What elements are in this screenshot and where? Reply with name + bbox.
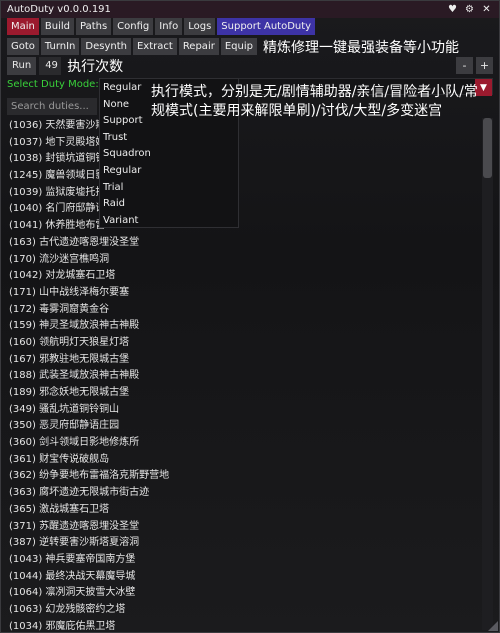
duty-list-item[interactable]: (1037) 地下灵殿塔姆 — [7, 135, 477, 152]
duty-list-item[interactable]: (360) 剑斗领域日影地修炼所 — [7, 435, 477, 452]
button-annotation: 精炼修理一键最强装备等小功能 — [262, 39, 459, 56]
resize-handle[interactable] — [488, 621, 498, 631]
duty-list-item[interactable]: (387) 逆转要害沙斯塔夏溶洞 — [7, 535, 477, 552]
action-button-row: Goto TurnIn Desynth Extract Repair Equip… — [7, 38, 459, 56]
duty-list-item[interactable]: (172) 毒雾洞窟黄金谷 — [7, 302, 477, 319]
heart-icon[interactable]: ♥ — [446, 3, 459, 16]
tab-support-autoduty[interactable]: Support AutoDuty — [217, 18, 316, 35]
gear-icon[interactable]: ⚙ — [463, 3, 476, 16]
tab-main[interactable]: Main — [7, 18, 39, 35]
autoduty-window: AutoDuty v0.0.0.191 ♥ ⚙ ✕ Main Build Pat… — [0, 0, 500, 633]
duty-list-item[interactable]: (1034) 邪魔庇佑黑卫塔 — [7, 619, 477, 633]
desynth-button[interactable]: Desynth — [81, 38, 131, 55]
duty-list-item[interactable]: (1064) 凛冽洞天披雪大冰壁 — [7, 585, 477, 602]
duty-list-item[interactable]: (363) 腐坏遗迹无限城市街古迹 — [7, 485, 477, 502]
duty-list-item[interactable]: (362) 纷争要地布雷福洛克斯野营地 — [7, 468, 477, 485]
window-title: AutoDuty v0.0.0.191 — [7, 4, 111, 15]
duty-list-item[interactable]: (160) 领航明灯天狼星灯塔 — [7, 335, 477, 352]
duty-list-item[interactable]: (1041) 休养胜地布雷 — [7, 218, 477, 235]
duty-list-item[interactable]: (350) 恶灵府邸静语庄园 — [7, 418, 477, 435]
dropdown-option-trial[interactable]: Trial — [100, 180, 238, 197]
duty-list-item[interactable]: (1042) 对龙城塞石卫塔 — [7, 268, 477, 285]
tab-build[interactable]: Build — [40, 18, 74, 35]
tab-paths[interactable]: Paths — [75, 18, 112, 35]
list-scrollbar[interactable] — [482, 118, 493, 630]
tab-bar: Main Build Paths Config Info Logs Suppor… — [7, 18, 316, 35]
duty-list-item[interactable]: (1044) 最终决战天幕魔导城 — [7, 569, 477, 586]
duty-list-item[interactable]: (163) 古代遗迹喀恩埋没圣堂 — [7, 235, 477, 252]
duty-list-item[interactable]: (1039) 监狱废墟托托 — [7, 185, 477, 202]
run-count-input[interactable]: 49 — [39, 57, 62, 75]
search-input[interactable] — [7, 98, 97, 115]
duty-list-item[interactable]: (170) 流沙迷宫樵鸣洞 — [7, 252, 477, 269]
duty-list-item[interactable]: (1040) 名门府邸静语 — [7, 201, 477, 218]
duty-list-item[interactable]: (349) 骚乱坑道铜铃铜山 — [7, 402, 477, 419]
duty-list-item[interactable]: (188) 武装圣域放浪神古神殿 — [7, 368, 477, 385]
equip-button[interactable]: Equip — [220, 38, 257, 55]
duty-list-item[interactable]: (1038) 封锁坑道铜铃 — [7, 151, 477, 168]
mode-annotation: 执行模式，分别是无/剧情辅助器/亲信/冒险者小队/常规模式(主要用来解限单刷)/… — [151, 84, 478, 119]
turnin-button[interactable]: TurnIn — [40, 38, 80, 55]
duty-list-item[interactable]: (1043) 神兵要塞帝国南方堡 — [7, 552, 477, 569]
duty-list-item[interactable]: (171) 山中战线泽梅尔要塞 — [7, 285, 477, 302]
duty-list: (1036) 天然要害沙斯 (1037) 地下灵殿塔姆 (1038) 封锁坑道铜铃(… — [7, 118, 477, 633]
tab-config[interactable]: Config — [113, 18, 154, 35]
close-icon[interactable]: ✕ — [480, 3, 493, 16]
title-bar[interactable]: AutoDuty v0.0.0.191 ♥ ⚙ ✕ — [1, 1, 499, 18]
dropdown-option-raid[interactable]: Raid — [100, 196, 238, 213]
duty-mode-label: Select Duty Mode: — [7, 79, 99, 90]
duty-list-item[interactable]: (1245) 魔兽领域日影 — [7, 168, 477, 185]
duty-list-item[interactable]: (361) 财宝传说破舰岛 — [7, 452, 477, 469]
scrollbar-thumb[interactable] — [483, 118, 492, 178]
duty-list-item[interactable]: (159) 神灵圣域放浪神古神殿 — [7, 318, 477, 335]
duty-list-item[interactable]: (365) 激战城塞石卫塔 — [7, 502, 477, 519]
run-stepper: - + — [456, 57, 493, 74]
increment-button[interactable]: + — [476, 57, 493, 74]
run-button[interactable]: Run — [7, 57, 37, 75]
decrement-button[interactable]: - — [456, 57, 473, 74]
dropdown-option-squadron[interactable]: Squadron — [100, 146, 238, 163]
goto-button[interactable]: Goto — [7, 38, 39, 55]
tab-info[interactable]: Info — [155, 18, 183, 35]
repair-button[interactable]: Repair — [178, 38, 219, 55]
extract-button[interactable]: Extract — [132, 38, 177, 55]
dropdown-option-variant[interactable]: Variant — [100, 213, 238, 230]
tab-logs[interactable]: Logs — [184, 18, 216, 35]
dropdown-option-regular[interactable]: Regular — [100, 163, 238, 180]
duty-list-item[interactable]: (371) 苏醒遗迹喀恩埋没圣堂 — [7, 519, 477, 536]
duty-list-item[interactable]: (167) 邪教驻地无限城古堡 — [7, 352, 477, 369]
duty-list-item[interactable]: (189) 邪念妖地无限城古堡 — [7, 385, 477, 402]
dropdown-option-trust[interactable]: Trust — [100, 130, 238, 147]
run-annotation: 执行次数 — [67, 59, 124, 75]
duty-list-item[interactable]: (1063) 幻龙残骸密约之塔 — [7, 602, 477, 619]
run-row: Run 49 执行次数 - + — [7, 57, 493, 75]
